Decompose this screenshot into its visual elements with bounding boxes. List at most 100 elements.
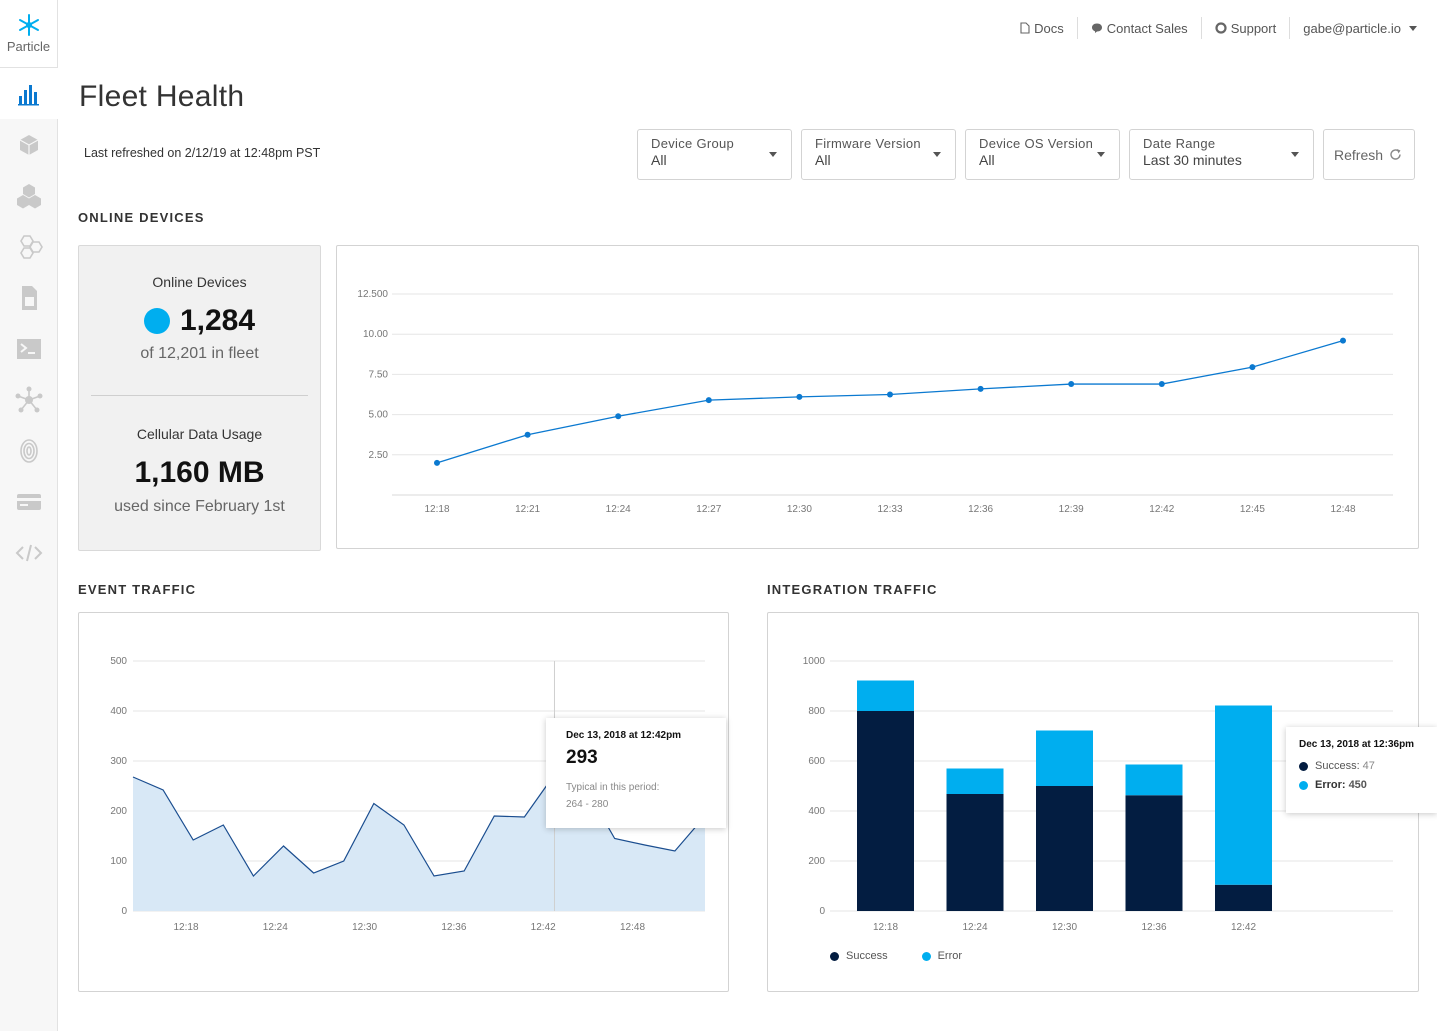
online-devices-stat-card: Online Devices 1,284 of 12,201 in fleet …	[78, 245, 321, 551]
user-menu[interactable]: gabe@particle.io	[1290, 21, 1417, 36]
bar-error	[1215, 705, 1272, 885]
tooltip-error-row: Error: 450	[1299, 779, 1424, 791]
x-tick-label: 12:18	[173, 922, 198, 933]
date-range-value: Last 30 minutes	[1143, 152, 1242, 168]
date-range-select[interactable]: Date Range Last 30 minutes	[1129, 129, 1314, 180]
sidebar-item-analytics[interactable]	[0, 68, 58, 119]
refresh-button[interactable]: Refresh	[1323, 129, 1415, 180]
bar-error	[1125, 764, 1183, 796]
tooltip-error-dot	[1299, 780, 1308, 790]
terminal-icon	[17, 338, 41, 359]
chevron-down-icon	[1409, 25, 1417, 31]
bar-error	[946, 768, 1004, 794]
integration-legend: Success Error	[830, 950, 962, 962]
y-tick-label: 10.00	[363, 329, 388, 340]
x-tick-label: 12:36	[1141, 922, 1166, 933]
data-point	[1158, 381, 1165, 388]
sidebar-item-integrations[interactable]	[0, 374, 58, 425]
x-tick-label: 12:18	[424, 504, 449, 515]
bar-chart-icon	[18, 84, 39, 105]
particle-star-icon	[18, 14, 39, 36]
sidebar-item-mesh[interactable]	[0, 221, 58, 272]
docs-link[interactable]: Docs	[1007, 21, 1077, 36]
tooltip-value: 293	[566, 747, 598, 768]
sidebar-item-devices[interactable]	[0, 119, 58, 170]
y-tick-label: 200	[110, 806, 127, 817]
x-tick-label: 12:36	[441, 922, 466, 933]
device-group-label: Device Group	[651, 136, 735, 151]
bar-success	[1125, 795, 1183, 911]
data-point	[434, 459, 440, 466]
x-tick-label: 12:30	[352, 922, 377, 933]
data-point	[887, 391, 893, 398]
tooltip-success-value: 47	[1362, 760, 1375, 772]
y-tick-label: 200	[808, 856, 825, 867]
event-traffic-tooltip: Dec 13, 2018 at 12:42pm 293 Typical in t…	[546, 718, 726, 828]
document-icon	[1020, 22, 1030, 34]
device-os-version-label: Device OS Version	[979, 136, 1094, 151]
x-tick-label: 12:48	[1330, 504, 1355, 515]
x-tick-label: 12:42	[1149, 504, 1174, 515]
y-tick-label: 7.50	[369, 369, 389, 380]
y-tick-label: 500	[110, 656, 127, 667]
cellular-data-subtitle: used since February 1st	[114, 498, 285, 515]
support-link[interactable]: Support	[1202, 21, 1290, 36]
x-tick-label: 12:45	[1240, 504, 1265, 515]
sidebar-item-console[interactable]	[0, 323, 58, 374]
integration-traffic-heading: INTEGRATION TRAFFIC	[767, 582, 938, 597]
legend-dot-error	[921, 951, 931, 961]
data-point	[524, 431, 531, 438]
online-devices-chart: 2.50 5.00 7.50 10.00 12.500 12:18 12:21 12:24 12…	[357, 289, 1393, 515]
x-tick-label: 12:30	[1052, 922, 1077, 933]
y-tick-label: 12.500	[357, 289, 388, 300]
data-point	[977, 385, 984, 392]
sidebar-item-authentication[interactable]	[0, 425, 58, 476]
firmware-version-value: All	[815, 152, 831, 168]
legend-item-error[interactable]: Error	[921, 950, 962, 962]
sidebar-item-billing[interactable]	[0, 476, 58, 527]
online-devices-title: Online Devices	[152, 274, 247, 290]
tooltip-error-label: Error:	[1315, 779, 1346, 791]
top-navigation: Docs Contact Sales Support gabe@particle…	[1007, 16, 1417, 40]
legend-item-success[interactable]: Success	[830, 950, 888, 962]
chevron-down-icon	[933, 152, 941, 157]
hexagons-icon	[20, 234, 43, 259]
x-tick-label: 12:24	[263, 922, 288, 933]
device-os-version-select[interactable]: Device OS Version All	[965, 129, 1120, 180]
firmware-version-select[interactable]: Firmware Version All	[801, 129, 956, 180]
chat-bubble-icon	[1091, 23, 1102, 33]
contact-sales-link[interactable]: Contact Sales	[1078, 21, 1201, 36]
integration-traffic-tooltip: Dec 13, 2018 at 12:36pm Success: 47 Erro…	[1286, 727, 1437, 813]
y-tick-label: 400	[808, 806, 825, 817]
device-group-value: All	[651, 152, 667, 168]
network-icon	[15, 386, 43, 412]
data-point	[615, 413, 622, 420]
x-tick-label: 12:48	[620, 922, 645, 933]
x-tick-label: 12:18	[873, 922, 898, 933]
y-tick-label: 800	[808, 706, 825, 717]
last-refreshed-text: Last refreshed on 2/12/19 at 12:48pm PST	[84, 146, 321, 160]
bar-success	[946, 794, 1004, 911]
sidebar-item-sim-cards[interactable]	[0, 272, 58, 323]
firmware-version-label: Firmware Version	[815, 136, 921, 151]
tooltip-typical-label: Typical in this period:	[566, 782, 660, 793]
tooltip-date: Dec 13, 2018 at 12:42pm	[566, 730, 682, 741]
x-tick-label: 12:27	[696, 504, 721, 515]
particle-logo[interactable]: Particle	[0, 0, 57, 68]
bar-success	[1215, 884, 1272, 911]
x-tick-label: 12:24	[962, 922, 987, 933]
tooltip-error-value: 450	[1348, 779, 1367, 791]
page-title: Fleet Health	[79, 80, 245, 113]
y-tick-label: 100	[110, 856, 127, 867]
sidebar-item-products[interactable]	[0, 170, 58, 221]
brand-name: Particle	[6, 39, 51, 54]
x-tick-label: 12:30	[787, 504, 812, 515]
x-tick-label: 12:42	[1231, 922, 1256, 933]
chevron-down-icon	[1097, 152, 1105, 157]
filter-bar: Device Group All Firmware Version All De…	[637, 129, 1415, 180]
bar-success	[857, 711, 914, 911]
device-group-select[interactable]: Device Group All	[637, 129, 792, 180]
data-point	[705, 397, 712, 404]
sidebar-item-code[interactable]	[0, 527, 58, 578]
online-devices-subtitle: of 12,201 in fleet	[140, 345, 259, 362]
